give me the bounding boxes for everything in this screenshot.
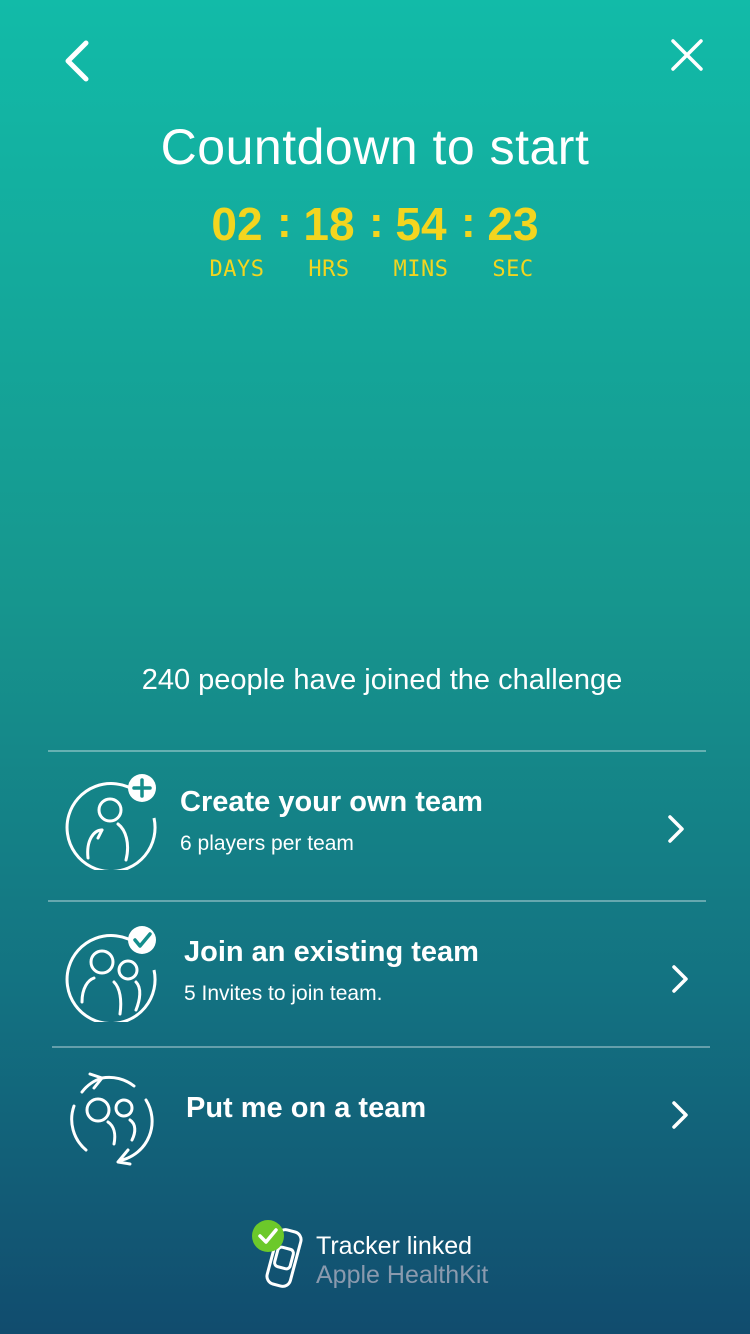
divider (48, 900, 706, 902)
create-team-option[interactable]: Create your own team 6 players per team (48, 750, 706, 900)
countdown-minutes-label: MINS (393, 257, 449, 282)
countdown-days-value: 02 (211, 198, 263, 250)
countdown-days: 02 DAYS (197, 196, 277, 286)
tracker-source-label: Apple HealthKit (316, 1261, 489, 1289)
back-button[interactable] (52, 36, 102, 86)
countdown-timer: 02 DAYS : 18 HRS : 54 MINS : 23 SEC (0, 196, 750, 286)
auto-assign-team-option[interactable]: Put me on a team (52, 1046, 710, 1196)
option-title: Join an existing team (184, 936, 479, 968)
close-icon (671, 39, 703, 71)
countdown-minutes: 54 MINS (381, 196, 461, 286)
divider (52, 1046, 710, 1048)
chevron-right-icon (672, 965, 688, 993)
chevron-right-icon (668, 815, 684, 843)
join-team-option[interactable]: Join an existing team 5 Invites to join … (48, 900, 706, 1048)
option-subtitle: 5 Invites to join team. (184, 982, 383, 1005)
join-team-icon (65, 926, 157, 1022)
tracker-linked-icon (252, 1220, 303, 1288)
countdown-seconds-label: SEC (492, 257, 534, 282)
countdown-hours-value: 18 (303, 198, 355, 250)
close-button[interactable] (662, 30, 712, 80)
countdown-separator: : (277, 198, 292, 247)
create-team-icon (65, 774, 157, 870)
option-title: Create your own team (180, 786, 483, 818)
chevron-right-icon (672, 1101, 688, 1129)
auto-assign-team-icon (70, 1072, 154, 1166)
option-title: Put me on a team (186, 1092, 427, 1124)
countdown-minutes-value: 54 (395, 198, 447, 250)
countdown-seconds: 23 SEC (473, 196, 553, 286)
countdown-seconds-value: 23 (487, 198, 539, 250)
top-bar (0, 0, 750, 120)
tracker-status-label: Tracker linked (316, 1232, 473, 1260)
page-title: Countdown to start (160, 119, 590, 175)
option-subtitle: 6 players per team (180, 832, 354, 855)
chevron-left-icon (65, 40, 89, 82)
joined-count-text: 240 people have joined the challenge (141, 664, 623, 696)
countdown-separator: : (461, 198, 476, 247)
countdown-separator: : (369, 198, 384, 247)
tracker-status[interactable]: Tracker linked Apple HealthKit (250, 1218, 510, 1290)
countdown-hours: 18 HRS (289, 196, 369, 286)
countdown-days-label: DAYS (209, 257, 265, 282)
divider (48, 750, 706, 752)
countdown-hours-label: HRS (308, 257, 350, 282)
